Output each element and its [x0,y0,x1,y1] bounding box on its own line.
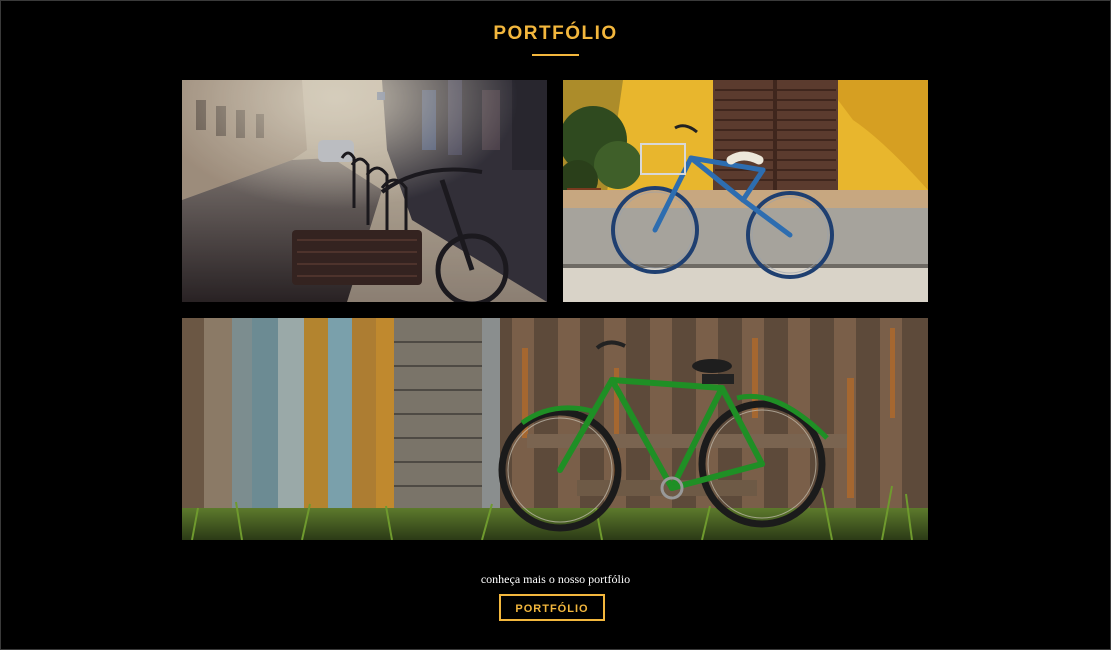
portfolio-button[interactable]: PORTFÓLIO [499,594,605,621]
street-bikes-illustration [182,80,547,302]
yellow-wall-bike-illustration [563,80,928,302]
portfolio-image-street-bikes[interactable] [182,80,547,302]
portfolio-cta-text: conheça mais o nosso portfólio [480,572,631,586]
portfolio-image-yellow-wall-bike[interactable] [563,80,928,302]
section-title: PORTFÓLIO [493,23,618,44]
portfolio-image-fence-green-bike[interactable] [182,318,928,540]
portfolio-section: PORTFÓLIO conheça mais o nosso portfólio… [0,0,1111,650]
title-underline [532,54,579,56]
fence-green-bike-illustration [182,318,928,540]
